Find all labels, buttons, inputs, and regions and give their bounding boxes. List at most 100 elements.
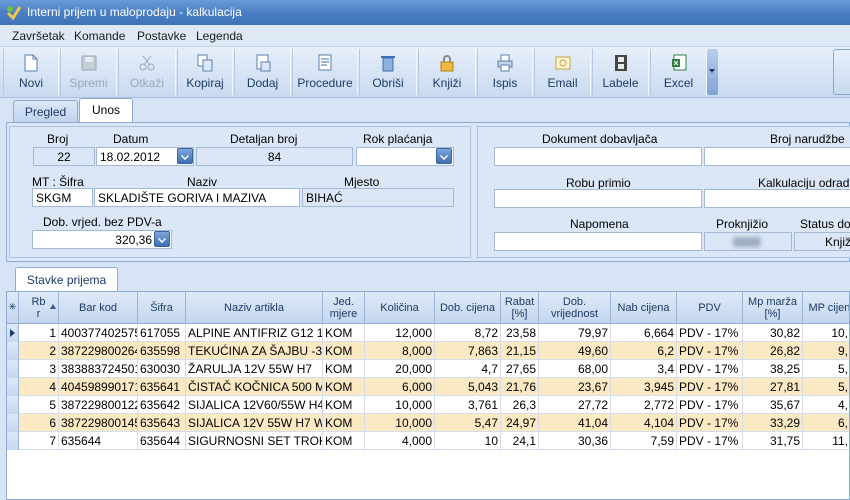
cell-sifra[interactable]: 635642 [138,396,186,414]
table-row[interactable]: 14003774025756617055ALPINE ANTIFRIZ G12 … [7,324,849,342]
cell-naziv[interactable]: ČISTAČ KOČNICA 500 ML W [186,378,323,396]
cell-sifra[interactable]: 635644 [138,432,186,450]
table-row[interactable]: 23872298002649635598TEKUĆINA ZA ŠAJBU -3… [7,342,849,360]
cell-mp-cijena[interactable]: 4, [803,396,849,414]
cell-kolicina[interactable]: 6,000 [365,378,435,396]
col-header-nab-cijena[interactable]: Nab cijena [611,292,677,324]
cell-mp-cijena[interactable]: 5, [803,378,849,396]
cell-kolicina[interactable]: 4,000 [365,432,435,450]
menu-zavrsetak[interactable]: Završetak [12,29,65,43]
cell-naziv[interactable]: SIJALICA 12V60/55W H4 W [186,396,323,414]
cell-naziv[interactable]: SIJALICA 12V 55W H7 WUR [186,414,323,432]
cell-barkod[interactable]: 4045989901715 [59,378,138,396]
cell-nab-cijena[interactable]: 4,104 [611,414,677,432]
col-header-jm[interactable]: Jed. mjere [323,292,365,324]
cell-jm[interactable]: KOM [323,324,365,342]
cell-sifra[interactable]: 617055 [138,324,186,342]
cell-rabat[interactable]: 21,76 [501,378,539,396]
dob-vrijed-field[interactable]: 320,36 [32,230,172,249]
cell-mp-marza[interactable]: 27,81 [743,378,803,396]
cell-dob-cijena[interactable]: 3,761 [435,396,501,414]
cell-kolicina[interactable]: 10,000 [365,396,435,414]
grid-corner[interactable]: ✳ [7,292,19,324]
cell-dob-cijena[interactable]: 8,72 [435,324,501,342]
cancel-button[interactable]: Otkaži [118,49,176,95]
cell-rabat[interactable]: 24,1 [501,432,539,450]
procedures-button[interactable]: Procedure [292,49,358,95]
menu-postavke[interactable]: Postavke [137,29,186,43]
cell-mp-cijena[interactable]: 10, [803,324,849,342]
col-header-naziv[interactable]: Naziv artikla [186,292,323,324]
col-header-dob-vrijednost[interactable]: Dob. vrijednost [539,292,611,324]
cell-rabat[interactable]: 21,15 [501,342,539,360]
datum-dropdown-button[interactable] [177,148,193,164]
table-row[interactable]: 44045989901715635641ČISTAČ KOČNICA 500 M… [7,378,849,396]
cell-kolicina[interactable]: 10,000 [365,414,435,432]
naziv-field[interactable]: SKLADIŠTE GORIVA I MAZIVA [94,188,300,207]
cell-dob-vrijednost[interactable]: 49,60 [539,342,611,360]
broj-narudzbe-field[interactable] [704,147,850,166]
cell-naziv[interactable]: ALPINE ANTIFRIZ G12 1,5 L [186,324,323,342]
dob-vrijed-dropdown-button[interactable] [154,231,170,247]
row-selector[interactable] [7,360,19,378]
cell-jm[interactable]: KOM [323,432,365,450]
cell-barkod[interactable]: 3872298002649 [59,342,138,360]
cell-pdv[interactable]: PDV - 17% [677,432,743,450]
table-row[interactable]: 33838837245015630030ŽARULJA 12V 55W H7KO… [7,360,849,378]
cell-pdv[interactable]: PDV - 17% [677,324,743,342]
cell-pdv[interactable]: PDV - 17% [677,360,743,378]
cell-sifra[interactable]: 630030 [138,360,186,378]
cell-rbr[interactable]: 5 [19,396,59,414]
cell-dob-vrijednost[interactable]: 30,36 [539,432,611,450]
cell-naziv[interactable]: SIGURNOSNI SET TROKUT [186,432,323,450]
proknjizio-field[interactable] [704,232,792,251]
kalkulaciju-odradio-field[interactable] [704,189,850,208]
cell-barkod[interactable]: 3838837245015 [59,360,138,378]
window-titlebar[interactable]: Interni prijem u maloprodaju - kalkulaci… [0,0,850,25]
toolbar-overflow-button[interactable] [707,49,718,95]
napomena-field[interactable] [494,232,702,251]
cell-mp-marza[interactable]: 33,29 [743,414,803,432]
cell-nab-cijena[interactable]: 3,945 [611,378,677,396]
cell-jm[interactable]: KOM [323,342,365,360]
row-selector[interactable] [7,414,19,432]
cell-jm[interactable]: KOM [323,414,365,432]
rok-placanja-dropdown-button[interactable] [436,148,452,164]
post-button[interactable]: Knjiži [418,49,476,95]
tab-pregled[interactable]: Pregled [13,100,78,122]
cell-barkod[interactable]: 635644 [59,432,138,450]
col-header-kolicina[interactable]: Količina [365,292,435,324]
cell-mp-cijena[interactable]: 11, [803,432,849,450]
table-row[interactable]: 53872298001222635642SIJALICA 12V60/55W H… [7,396,849,414]
cell-dob-vrijednost[interactable]: 23,67 [539,378,611,396]
cell-rbr[interactable]: 6 [19,414,59,432]
table-row[interactable]: 7635644635644SIGURNOSNI SET TROKUTKOM4,0… [7,432,849,450]
col-header-rbr[interactable]: Rb r [19,292,59,324]
cell-pdv[interactable]: PDV - 17% [677,342,743,360]
new-button[interactable]: Novi [3,49,59,95]
col-header-dob-cijena[interactable]: Dob. cijena [435,292,501,324]
robu-primio-field[interactable] [494,189,702,208]
cell-mp-cijena[interactable]: 5, [803,360,849,378]
menu-komande[interactable]: Komande [74,29,125,43]
cell-mp-cijena[interactable]: 6, [803,414,849,432]
cell-mp-marza[interactable]: 26,82 [743,342,803,360]
cell-jm[interactable]: KOM [323,396,365,414]
cell-nab-cijena[interactable]: 2,772 [611,396,677,414]
cell-dob-vrijednost[interactable]: 27,72 [539,396,611,414]
col-header-sifra[interactable]: Šifra [138,292,186,324]
broj-field[interactable]: 22 [33,147,95,166]
tab-unos[interactable]: Unos [79,98,133,122]
cell-rabat[interactable]: 27,65 [501,360,539,378]
cell-rbr[interactable]: 2 [19,342,59,360]
menu-legenda[interactable]: Legenda [196,29,243,43]
cell-dob-vrijednost[interactable]: 41,04 [539,414,611,432]
cell-kolicina[interactable]: 20,000 [365,360,435,378]
cell-naziv[interactable]: TEKUĆINA ZA ŠAJBU -30 3/ [186,342,323,360]
dokument-dobavljaca-field[interactable] [494,147,702,166]
cell-dob-cijena[interactable]: 7,863 [435,342,501,360]
cell-sifra[interactable]: 635641 [138,378,186,396]
cell-naziv[interactable]: ŽARULJA 12V 55W H7 [186,360,323,378]
cell-mp-marza[interactable]: 30,82 [743,324,803,342]
cell-dob-cijena[interactable]: 4,7 [435,360,501,378]
